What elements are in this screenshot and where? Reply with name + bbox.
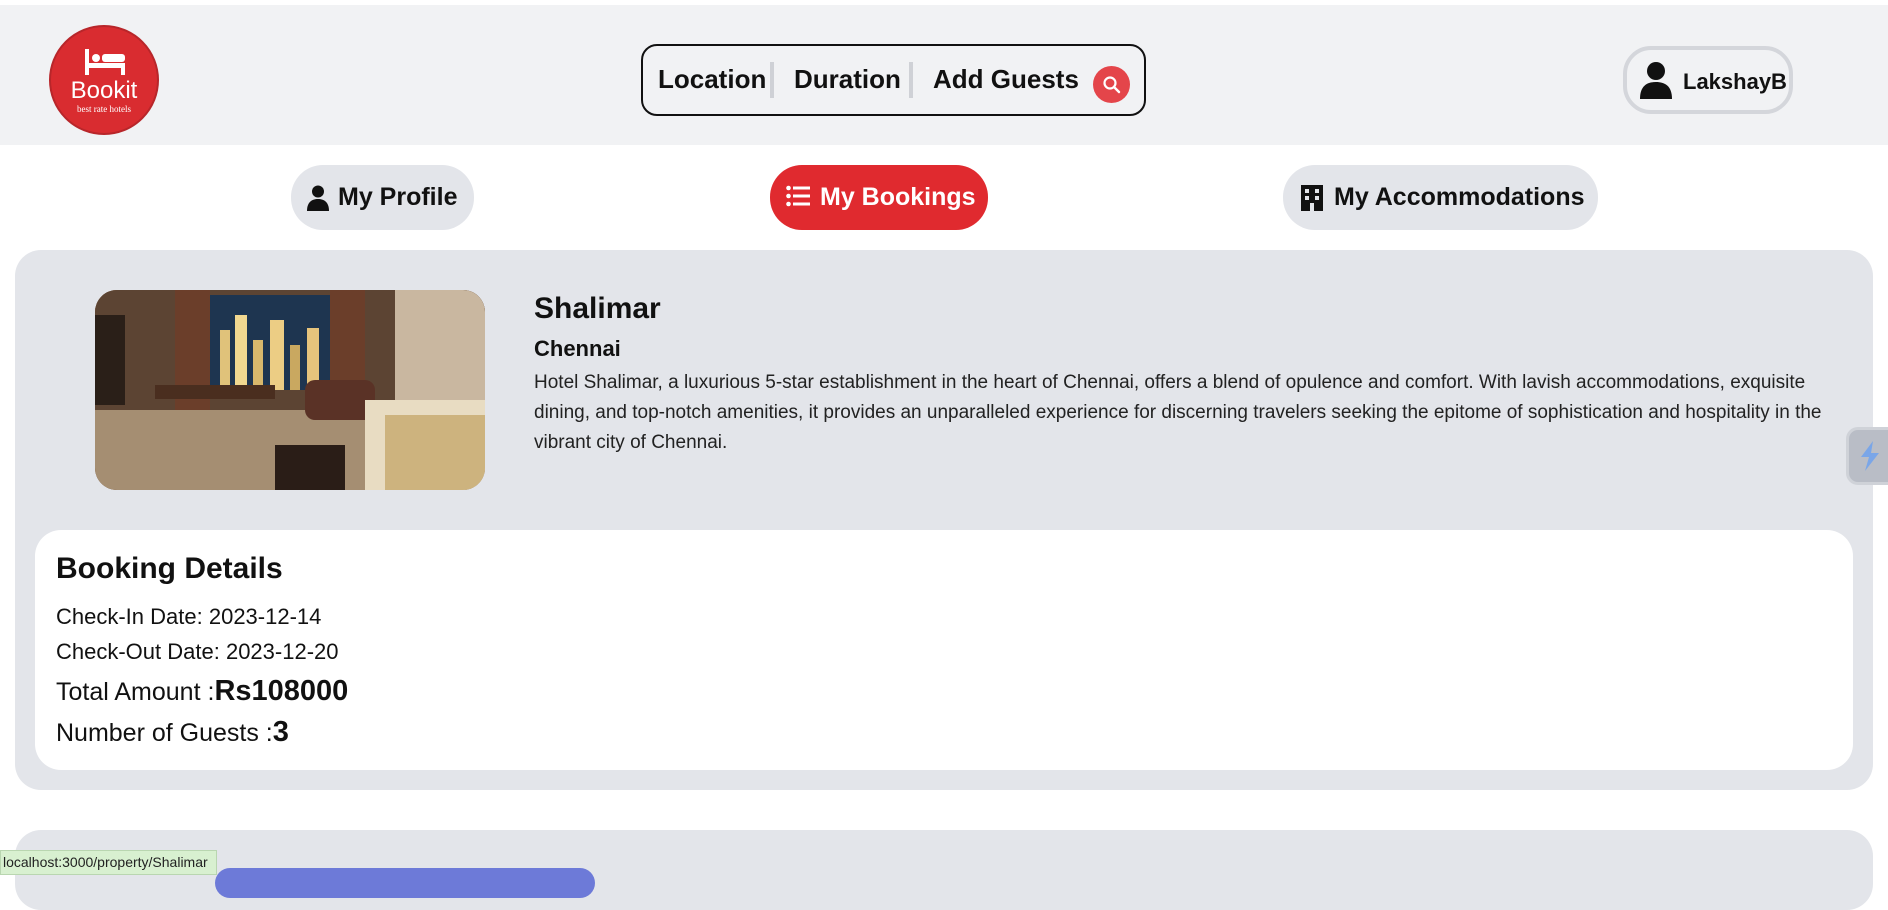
search-divider [909,62,913,98]
guests-row: Number of Guests :3 [56,716,289,749]
checkin-row: Check-In Date: 2023-12-14 [56,604,321,630]
guests-label: Number of Guests : [56,719,273,747]
search-bar[interactable]: Location Duration Add Guests [641,44,1146,116]
bolt-icon [1861,441,1879,471]
user-menu-button[interactable]: LakshayB [1623,46,1793,114]
hotel-name[interactable]: Shalimar [534,292,661,326]
list-icon [786,185,810,207]
booking-details-panel: Booking Details Check-In Date: 2023-12-1… [35,530,1853,770]
total-row: Total Amount :Rs108000 [56,675,348,708]
side-widget-button[interactable] [1846,427,1888,485]
hotel-description: Hotel Shalimar, a luxurious 5-star estab… [534,372,1822,453]
logo-tagline: best rate hotels [77,104,131,114]
bookit-logo[interactable]: Bookit best rate hotels [49,25,159,135]
bed-icon [85,49,125,75]
tab-my-bookings[interactable]: My Bookings [770,165,988,230]
booking-card[interactable]: Shalimar Chennai Hotel Shalimar, a luxur… [15,250,1873,790]
hotel-photo[interactable] [215,868,595,898]
header: Bookit best rate hotels Location Duratio… [0,5,1888,145]
user-icon [1640,62,1672,99]
booking-card[interactable] [15,830,1873,910]
guests-count: 3 [272,716,289,748]
checkout-date: 2023-12-20 [225,639,339,664]
hotel-photo[interactable] [95,290,485,490]
status-bar-url: localhost:3000/property/Shalimar [0,850,217,875]
tab-label: My Bookings [820,183,976,211]
total-amount: Rs108000 [214,675,349,707]
checkin-label: Check-In Date: [56,604,209,629]
logo-name: Bookit [70,77,138,104]
booking-details-title: Booking Details [56,552,283,585]
hotel-room-image [95,290,485,490]
checkout-label: Check-Out Date: [56,639,226,664]
search-divider [770,62,774,98]
tab-my-accommodations[interactable]: My Accommodations [1283,165,1598,230]
search-icon [1103,76,1121,94]
checkin-date: 2023-12-14 [208,604,322,629]
search-guests[interactable]: Add Guests [933,64,1079,95]
search-location[interactable]: Location [658,64,766,95]
tab-my-profile[interactable]: My Profile [291,165,474,230]
building-icon [1301,185,1323,211]
user-icon [307,185,329,211]
hotel-city: Chennai [534,336,621,361]
total-label: Total Amount : [56,678,215,706]
tab-label: My Profile [338,183,458,211]
user-name: LakshayB [1683,69,1787,94]
search-duration[interactable]: Duration [794,64,901,95]
checkout-row: Check-Out Date: 2023-12-20 [56,639,339,665]
search-button[interactable] [1093,66,1130,103]
tab-label: My Accommodations [1334,183,1585,211]
